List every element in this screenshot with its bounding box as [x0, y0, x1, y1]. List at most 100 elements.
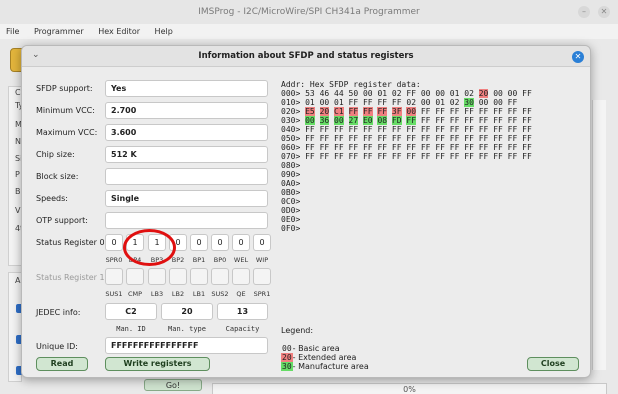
legend-extended: 20- Extended area: [281, 353, 356, 362]
sr1-bit-lb2[interactable]: [169, 268, 187, 285]
hex-byte: FF: [478, 143, 489, 152]
sr0-bit-wip[interactable]: 0: [253, 234, 271, 251]
bg-label: C: [15, 88, 21, 97]
hex-byte: 00: [334, 116, 344, 125]
legend-text: - Manufacture area: [292, 362, 369, 371]
sr1-bit-spr1[interactable]: [253, 268, 271, 285]
hex-byte: FF: [507, 116, 518, 125]
hex-byte: FF: [362, 107, 373, 116]
hex-address: 030>: [281, 116, 306, 125]
menu-hex-editor[interactable]: Hex Editor: [92, 24, 146, 39]
hex-byte: 01: [334, 98, 344, 107]
hex-byte: FF: [435, 116, 445, 125]
hex-address: 0B0>: [281, 188, 306, 197]
go-button[interactable]: Go!: [144, 379, 202, 391]
menu-help[interactable]: Help: [149, 24, 179, 39]
hex-byte: FF: [348, 152, 359, 161]
sr1-bit-cmp[interactable]: [126, 268, 144, 285]
hex-address: 0F0>: [281, 224, 306, 233]
bg-label: A: [15, 276, 21, 285]
hex-byte: FF: [334, 125, 344, 134]
close-window-icon[interactable]: ✕: [598, 6, 610, 18]
bg-label: P: [15, 170, 20, 179]
sr1-bit-lb3[interactable]: [148, 268, 166, 285]
hex-byte: 00: [493, 98, 503, 107]
legend-text: - Extended area: [292, 353, 357, 362]
sr1-bit-sus1[interactable]: [105, 268, 123, 285]
write-registers-button[interactable]: Write registers: [105, 357, 210, 371]
speeds-label: Speeds:: [36, 194, 68, 203]
hex-byte: FF: [464, 107, 474, 116]
legend-code: 20: [281, 353, 293, 362]
hex-byte: FF: [319, 152, 330, 161]
sr1-bit-lb1[interactable]: [190, 268, 208, 285]
hex-byte: FF: [319, 143, 330, 152]
highlight-circle: [123, 229, 176, 266]
legend-text: - Basic area: [292, 344, 340, 353]
chevron-down-icon[interactable]: ⌄: [32, 50, 40, 60]
hex-address: 0D0>: [281, 206, 306, 215]
hex-byte: FF: [449, 125, 460, 134]
hex-byte: FF: [377, 143, 388, 152]
hex-byte: FF: [377, 134, 388, 143]
status-register-1-label: Status Register 1: [36, 273, 105, 282]
hex-byte: FF: [305, 134, 315, 143]
hex-byte: FF: [522, 134, 532, 143]
hex-byte: FF: [406, 89, 417, 98]
sr1-bit-label: SPR1: [253, 290, 271, 298]
hex-byte: FF: [348, 98, 359, 107]
hex-address: 000>: [281, 89, 306, 98]
hex-byte: FF: [420, 143, 431, 152]
hex-byte: 00: [420, 89, 431, 98]
hex-byte: FF: [377, 152, 388, 161]
hex-byte: FF: [493, 125, 503, 134]
hex-byte: FF: [435, 152, 445, 161]
hex-byte: 02: [406, 98, 417, 107]
legend-code: 30: [281, 362, 293, 371]
hex-byte: E5: [305, 107, 315, 116]
hex-byte: FF: [348, 134, 359, 143]
hex-byte: 02: [464, 89, 474, 98]
hex-byte: FF: [449, 152, 460, 161]
sr1-bit-sus2[interactable]: [211, 268, 229, 285]
sr0-bit-label: BP1: [192, 256, 206, 264]
menu-programmer[interactable]: Programmer: [28, 24, 90, 39]
hex-byte: 30: [464, 98, 474, 107]
hex-byte: FF: [391, 143, 402, 152]
hex-byte: FF: [507, 107, 518, 116]
hex-byte: FF: [362, 143, 373, 152]
sfdp-support-label: SFDP support:: [36, 84, 93, 93]
hex-row: 010> 01 00 01 FF FF FF FF 02 00 01 02 30…: [281, 98, 522, 107]
hex-byte: 00: [435, 89, 445, 98]
sr1-bit-qe[interactable]: [232, 268, 250, 285]
close-button[interactable]: Close: [527, 357, 579, 371]
sr0-bit-bp0[interactable]: 0: [211, 234, 229, 251]
jedec-man-type-field: 20: [161, 303, 213, 320]
hex-byte: FF: [507, 98, 518, 107]
sfdp-dialog: Information about SFDP and status regist…: [21, 45, 591, 378]
legend-title: Legend:: [281, 326, 314, 335]
hex-byte: 00: [478, 98, 489, 107]
hex-byte: FF: [449, 143, 460, 152]
hex-row: 070> FF FF FF FF FF FF FF FF FF FF FF FF…: [281, 152, 532, 161]
sr0-bit-spr0[interactable]: 0: [105, 234, 123, 251]
close-icon[interactable]: ✕: [572, 51, 584, 63]
hex-byte: 53: [305, 89, 315, 98]
hex-byte: 01: [377, 89, 388, 98]
menu-file[interactable]: File: [0, 24, 25, 39]
hex-byte: FF: [377, 125, 388, 134]
sr1-bit-label: LB1: [192, 290, 206, 298]
unique-id-field: FFFFFFFFFFFFFFFF: [105, 337, 268, 354]
read-button[interactable]: Read: [36, 357, 88, 371]
sr0-bit-wel[interactable]: 0: [232, 234, 250, 251]
hex-byte: 00: [406, 107, 417, 116]
hex-byte: FF: [420, 116, 431, 125]
minimize-icon[interactable]: –: [578, 6, 590, 18]
max-vcc-label: Maximum VCC:: [36, 128, 98, 137]
hex-byte: FF: [478, 152, 489, 161]
sr0-bit-bp1[interactable]: 0: [190, 234, 208, 251]
right-panel: [592, 100, 606, 370]
hex-byte: 02: [449, 98, 460, 107]
hex-byte: FF: [478, 134, 489, 143]
hex-byte: FF: [420, 152, 431, 161]
